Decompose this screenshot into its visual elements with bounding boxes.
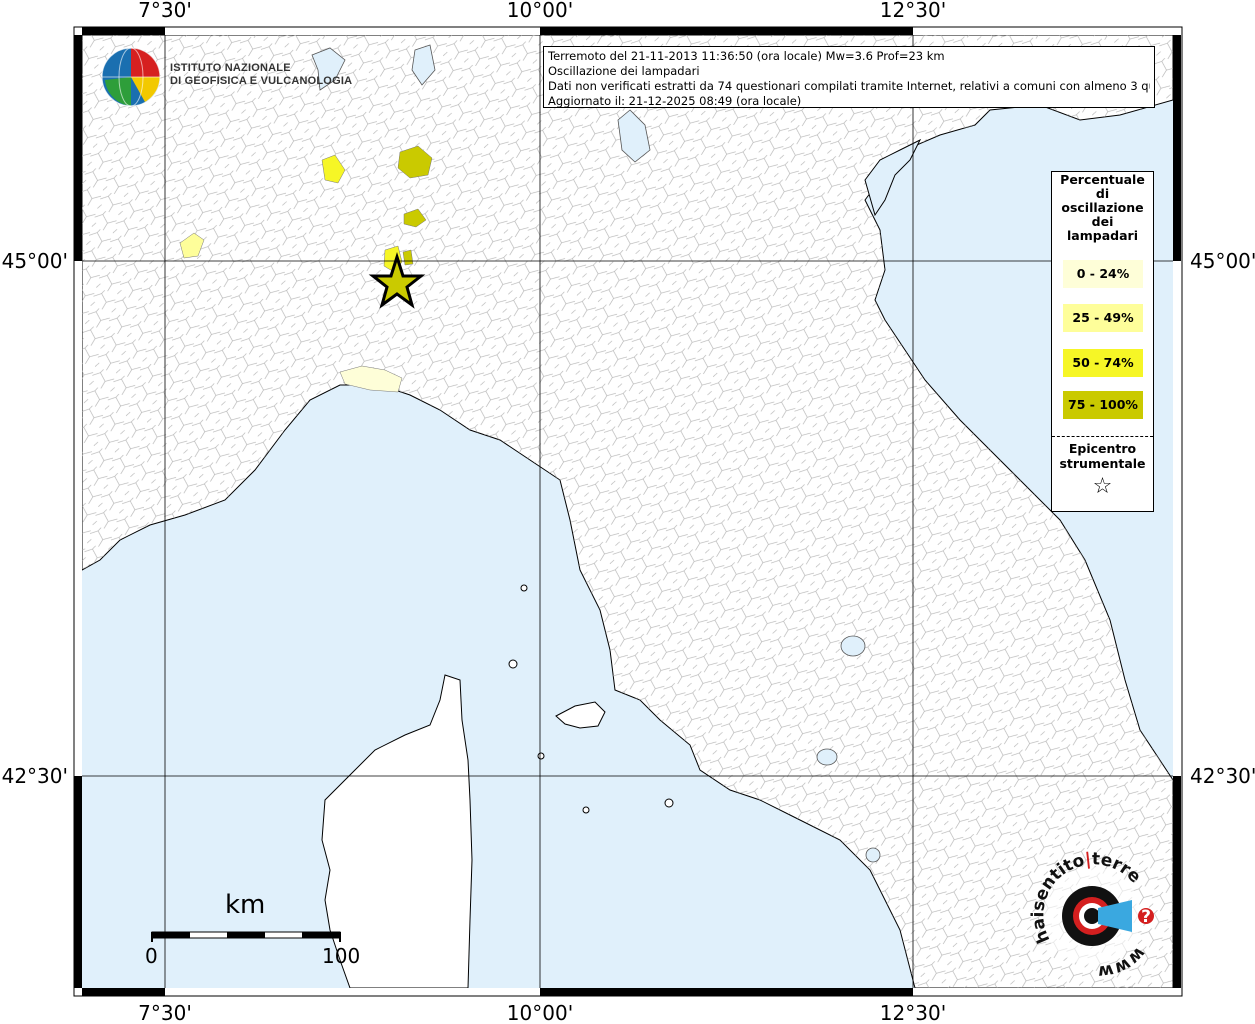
lon-label-bottom-3: 12°30' [880, 1001, 946, 1024]
event-title: Terremoto del 21-11-2013 11:36:50 (ora l… [548, 49, 945, 63]
giglio-island [664, 798, 674, 808]
org-name-line1: ISTITUTO NAZIONALE [170, 62, 291, 74]
legend-title-line: oscillazione [1061, 200, 1144, 215]
lat-label-right-2: 42°30' [1190, 764, 1255, 788]
legend-item-75-100: 75 - 100% [1063, 391, 1143, 419]
scale-start: 0 [145, 944, 158, 968]
legend-title-line: di [1095, 186, 1110, 201]
map-subject: Oscillazione dei lampadari [548, 64, 700, 78]
lat-label-left-1: 45°00' [2, 249, 68, 273]
data-disclaimer: Dati non verificati estratti da 74 quest… [548, 79, 1150, 93]
scale-unit: km [225, 890, 266, 920]
gorgona-island [520, 584, 528, 592]
lon-label-top-1: 7°30' [138, 0, 192, 22]
capraia-island [508, 659, 518, 669]
ingv-logo-icon [101, 47, 161, 107]
epicenter-legend-line1: Epicentro [1068, 441, 1137, 456]
lat-label-left-2: 42°30' [2, 764, 68, 788]
legend-title-line: dei [1091, 214, 1114, 229]
pianosa-island [537, 752, 545, 760]
legend-title-line: lampadari [1067, 228, 1138, 243]
legend-item-25-49: 25 - 49% [1063, 304, 1143, 332]
epicenter-legend-label: Epicentro strumentale [1052, 441, 1153, 471]
legend-item-50-74: 50 - 74% [1063, 349, 1143, 377]
felt-area-6 [402, 249, 414, 266]
lon-label-bottom-1: 7°30' [138, 1001, 192, 1024]
montecristo-island [582, 806, 590, 814]
lon-label-bottom-2: 10°00' [507, 1001, 573, 1024]
legend-title: Percentuale di oscillazione dei lampadar… [1052, 173, 1153, 243]
update-timestamp: Aggiornato il: 21-12-2025 08:49 (ora loc… [548, 94, 802, 108]
epicenter-star-icon: ☆ [1092, 474, 1113, 499]
event-info-box: Terremoto del 21-11-2013 11:36:50 (ora l… [543, 46, 1155, 108]
legend-divider [1052, 436, 1153, 437]
epicenter-legend-line2: strumentale [1059, 456, 1146, 471]
lon-label-top-2: 10°00' [507, 0, 573, 22]
org-name: ISTITUTO NAZIONALE DI GEOFISICA E VULCAN… [170, 62, 352, 88]
lon-label-top-3: 12°30' [880, 0, 946, 22]
legend: Percentuale di oscillazione dei lampadar… [1051, 171, 1154, 512]
scale-end: 100 [322, 944, 361, 968]
lat-label-right-1: 45°00' [1190, 249, 1255, 273]
org-name-line2: DI GEOFISICA E VULCANOLOGIA [170, 75, 353, 87]
question-mark: ? [1141, 907, 1151, 927]
legend-item-0-24: 0 - 24% [1063, 260, 1143, 288]
legend-title-line: Percentuale [1060, 172, 1145, 187]
